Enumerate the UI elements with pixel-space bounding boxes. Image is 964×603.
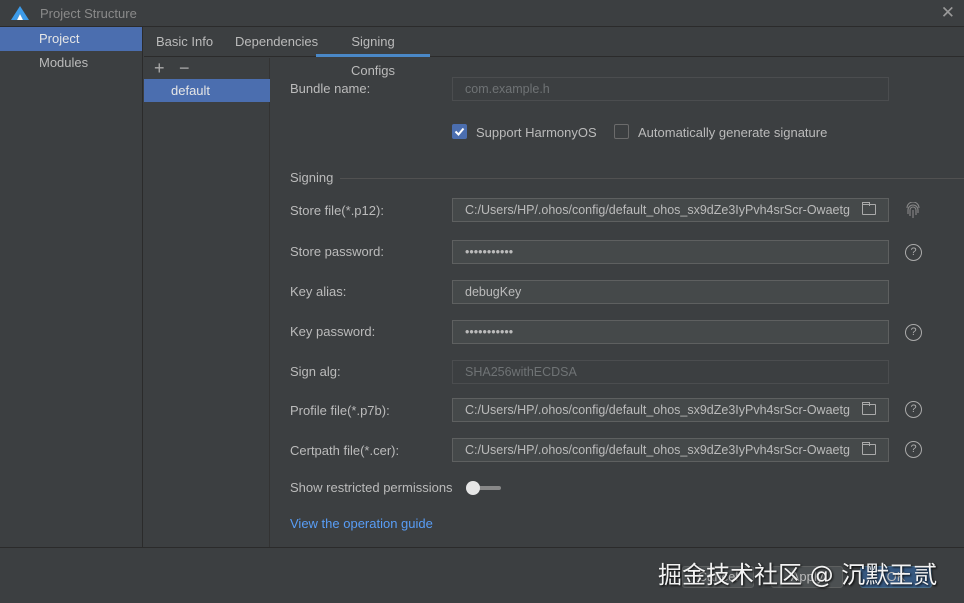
- config-item-default[interactable]: default: [144, 79, 270, 102]
- fingerprint-icon[interactable]: [905, 202, 921, 219]
- tab-dependencies[interactable]: Dependencies: [235, 27, 318, 57]
- help-icon[interactable]: ?: [905, 244, 922, 261]
- config-list: + − default: [144, 58, 270, 547]
- signing-section-title: Signing: [290, 170, 334, 185]
- auto-signature-checkbox[interactable]: [614, 124, 629, 139]
- auto-signature-label: Automatically generate signature: [638, 125, 828, 140]
- watermark: 掘金技术社区 @ 沉默王贰: [658, 561, 938, 589]
- folder-icon[interactable]: [862, 202, 876, 215]
- support-harmonyos-label: Support HarmonyOS: [476, 125, 597, 140]
- profile-file-input[interactable]: C:/Users/HP/.ohos/config/default_ohos_sx…: [452, 398, 889, 422]
- tab-bar: Basic Info Dependencies Signing Configs: [144, 27, 964, 78]
- certpath-file-value: C:/Users/HP/.ohos/config/default_ohos_sx…: [465, 443, 850, 457]
- window-title: Project Structure: [40, 6, 137, 21]
- sidebar-item-modules[interactable]: Modules: [0, 51, 142, 75]
- remove-config-button[interactable]: −: [179, 58, 190, 79]
- sidebar: Project Modules: [0, 27, 143, 547]
- sign-alg-input[interactable]: SHA256withECDSA: [452, 360, 889, 384]
- profile-file-value: C:/Users/HP/.ohos/config/default_ohos_sx…: [465, 403, 850, 417]
- support-harmonyos-checkbox[interactable]: [452, 124, 467, 139]
- help-icon[interactable]: ?: [905, 441, 922, 458]
- key-alias-input[interactable]: debugKey: [452, 280, 889, 304]
- store-file-label: Store file(*.p12):: [290, 203, 384, 218]
- restricted-permissions-label: Show restricted permissions: [290, 480, 453, 495]
- check-icon: [454, 127, 465, 136]
- tab-basic-info[interactable]: Basic Info: [156, 27, 213, 57]
- bundle-name-input[interactable]: com.example.h: [452, 77, 889, 101]
- folder-icon[interactable]: [862, 442, 876, 455]
- certpath-file-label: Certpath file(*.cer):: [290, 443, 400, 458]
- section-divider: [340, 178, 964, 179]
- sign-alg-label: Sign alg:: [290, 364, 341, 379]
- store-password-input[interactable]: •••••••••••: [452, 240, 889, 264]
- key-password-label: Key password:: [290, 324, 376, 339]
- app-logo-icon: [11, 6, 29, 20]
- certpath-file-input[interactable]: C:/Users/HP/.ohos/config/default_ohos_sx…: [452, 438, 889, 462]
- bundle-name-label: Bundle name:: [290, 81, 371, 96]
- profile-file-label: Profile file(*.p7b):: [290, 403, 390, 418]
- title-bar: Project Structure ✕: [0, 0, 964, 27]
- restricted-permissions-toggle[interactable]: [466, 481, 501, 495]
- add-config-button[interactable]: +: [154, 58, 165, 79]
- sidebar-item-project[interactable]: Project: [0, 27, 142, 51]
- help-icon[interactable]: ?: [905, 324, 922, 341]
- key-password-input[interactable]: •••••••••••: [452, 320, 889, 344]
- operation-guide-link[interactable]: View the operation guide: [290, 516, 433, 531]
- store-password-label: Store password:: [290, 244, 384, 259]
- folder-icon[interactable]: [862, 402, 876, 415]
- close-icon[interactable]: ✕: [941, 3, 955, 23]
- help-icon[interactable]: ?: [905, 401, 922, 418]
- store-file-value: C:/Users/HP/.ohos/config/default_ohos_sx…: [465, 203, 850, 217]
- tab-signing-configs[interactable]: Signing Configs: [316, 27, 430, 78]
- store-file-input[interactable]: C:/Users/HP/.ohos/config/default_ohos_sx…: [452, 198, 889, 222]
- key-alias-label: Key alias:: [290, 284, 347, 299]
